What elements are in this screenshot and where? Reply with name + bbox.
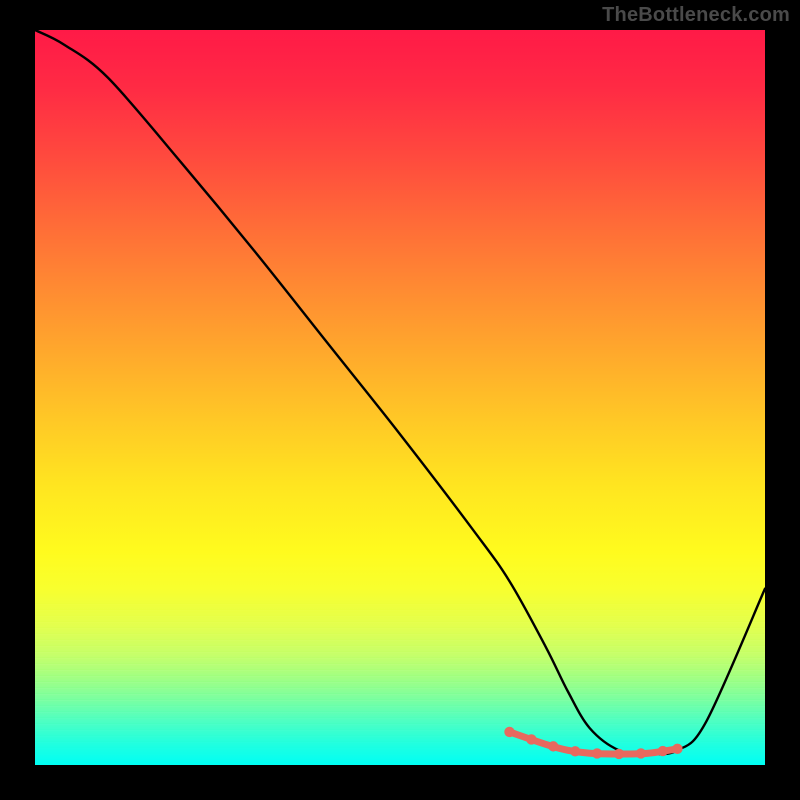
highlight-dot [548, 741, 558, 751]
bottleneck-curve [35, 30, 765, 754]
watermark-text: TheBottleneck.com [602, 4, 790, 27]
highlight-dot [570, 746, 580, 756]
highlight-dot [592, 748, 602, 758]
highlight-dot [526, 734, 536, 744]
highlight-dot [636, 748, 646, 758]
highlight-dot [614, 749, 624, 759]
highlight-dot [658, 746, 668, 756]
chart-svg [35, 30, 765, 765]
chart-plot-area [35, 30, 765, 765]
highlight-dot [504, 727, 514, 737]
highlight-dot [672, 744, 682, 754]
